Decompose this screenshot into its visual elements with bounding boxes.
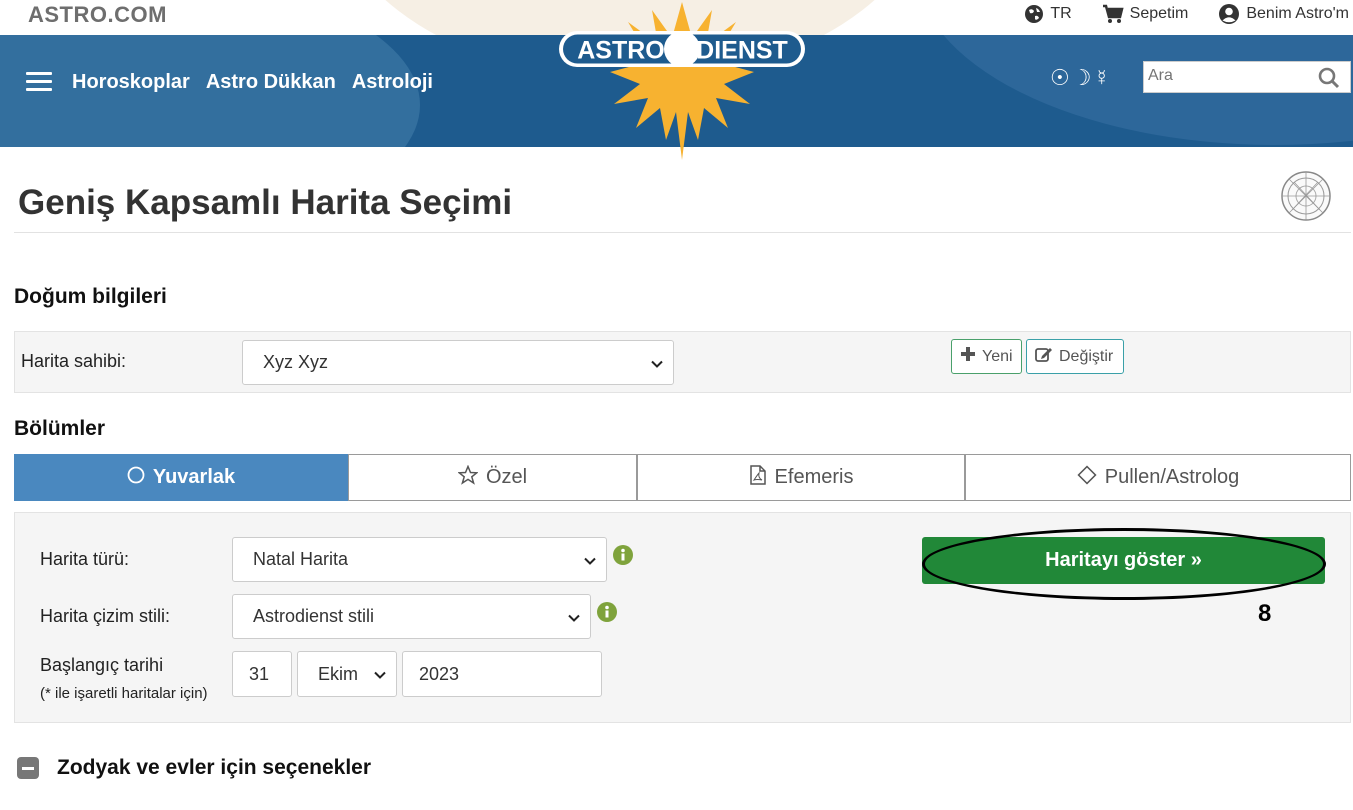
edit-icon <box>1035 346 1053 367</box>
tab-label-efemeris: Efemeris <box>774 466 854 488</box>
search-box <box>1143 61 1351 93</box>
svg-text:ASTRO: ASTRO <box>577 37 665 65</box>
new-button[interactable]: Yeni <box>951 339 1022 374</box>
start-month-select[interactable]: Ekim <box>297 651 397 697</box>
pdf-file-icon <box>749 464 767 491</box>
tab-efemeris[interactable]: Efemeris <box>637 454 965 501</box>
nav-item-astroloji[interactable]: Astroloji <box>352 71 433 94</box>
tab-label-pullen-astrolog: Pullen/Astrolog <box>1104 466 1240 488</box>
start-month-value: Ekim <box>318 663 358 684</box>
astro-symbols-icon[interactable]: ☉☽☿ <box>1050 65 1112 91</box>
top-links: TR Sepetim Benim Astro'm <box>1024 3 1349 25</box>
chevron-down-icon <box>651 352 663 373</box>
site-name-link[interactable]: ASTRO.COM <box>28 2 167 28</box>
chart-type-label: Harita türü: <box>40 549 130 569</box>
start-date-note: (* ile işaretli haritalar için) <box>40 685 208 702</box>
diamond-icon <box>1077 464 1097 491</box>
title-divider <box>14 232 1351 233</box>
nav-item-horoskoplar[interactable]: Horoskoplar <box>72 71 190 94</box>
start-year-input[interactable]: 2023 <box>402 651 602 697</box>
hamburger-menu-icon[interactable] <box>26 72 52 92</box>
svg-text:DIENST: DIENST <box>696 37 788 65</box>
main-nav: Horoskoplar Astro Dükkan Astroloji <box>72 71 433 94</box>
language-label: TR <box>1050 5 1072 22</box>
tab-pullen-astrolog[interactable]: Pullen/Astrolog <box>965 454 1351 501</box>
user-icon <box>1218 3 1240 25</box>
search-icon[interactable] <box>1318 67 1340 94</box>
options-heading[interactable]: Zodyak ve evler için seçenekler <box>57 756 371 780</box>
star-icon <box>457 464 479 491</box>
cart-link[interactable]: Sepetim <box>1102 3 1189 25</box>
chart-style-label: Harita çizim stili: <box>40 606 171 626</box>
annotation-number: 8 <box>1258 600 1272 627</box>
show-chart-button[interactable]: Haritayı göster » <box>922 537 1325 584</box>
language-selector[interactable]: TR <box>1024 3 1072 25</box>
tab-ozel[interactable]: Özel <box>348 454 637 501</box>
search-input[interactable] <box>1144 62 1312 90</box>
account-link[interactable]: Benim Astro'm <box>1218 3 1349 25</box>
chart-wheel-icon <box>1280 170 1332 227</box>
birth-data-heading: Doğum bilgileri <box>14 285 167 308</box>
collapse-icon[interactable] <box>17 757 39 779</box>
chart-owner-select[interactable]: Xyz Xyz <box>242 340 674 385</box>
start-year-value: 2023 <box>419 663 460 684</box>
astrodienst-logo[interactable]: ASTRO DIENST <box>540 0 830 160</box>
globe-icon <box>1024 4 1044 24</box>
chart-type-value: Natal Harita <box>253 549 349 569</box>
tab-yuvarlak[interactable]: Yuvarlak <box>14 454 348 501</box>
tab-label-yuvarlak: Yuvarlak <box>152 466 236 488</box>
info-icon[interactable] <box>597 602 617 627</box>
start-day-value: 31 <box>249 663 270 684</box>
chart-style-select[interactable]: Astrodienst stili <box>232 594 591 639</box>
nav-item-astro-dukkan[interactable]: Astro Dükkan <box>206 71 336 94</box>
info-icon[interactable] <box>613 545 633 570</box>
edit-button[interactable]: Değiştir <box>1026 339 1124 374</box>
account-label: Benim Astro'm <box>1246 5 1349 22</box>
edit-button-label: Değiştir <box>1059 347 1114 365</box>
chart-type-select[interactable]: Natal Harita <box>232 537 607 582</box>
birth-data-panel <box>14 331 1351 393</box>
sun-burst-icon <box>610 2 754 160</box>
section-tabs: Yuvarlak Özel Efemeris Pullen/Astrolog <box>14 454 1351 501</box>
start-day-input[interactable]: 31 <box>232 651 292 697</box>
chevron-down-icon <box>584 549 596 570</box>
page-title: Geniş Kapsamlı Harita Seçimi <box>18 183 513 222</box>
new-button-label: Yeni <box>982 347 1013 365</box>
plus-icon <box>960 346 976 367</box>
chart-owner-value: Xyz Xyz <box>263 352 329 372</box>
cart-icon <box>1102 4 1124 24</box>
chart-owner-label: Harita sahibi: <box>21 351 127 371</box>
sections-heading: Bölümler <box>14 417 106 440</box>
circle-icon <box>127 466 145 490</box>
chevron-down-icon <box>568 606 580 627</box>
start-date-label: Başlangıç tarihi <box>40 655 164 675</box>
tab-label-ozel: Özel <box>485 466 528 488</box>
chart-style-value: Astrodienst stili <box>253 606 375 626</box>
chevron-down-icon <box>374 664 386 685</box>
cart-label: Sepetim <box>1129 5 1189 22</box>
